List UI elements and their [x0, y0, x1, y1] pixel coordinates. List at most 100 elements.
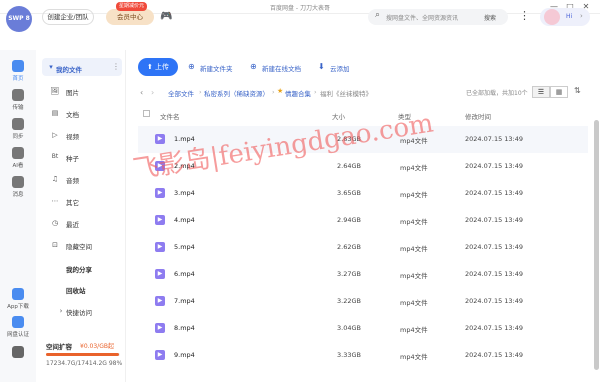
file-date: 2024.07.15 13:49 — [465, 270, 524, 278]
file-date: 2024.07.15 13:49 — [465, 324, 524, 332]
other-icon: ⋯ — [51, 197, 59, 205]
breadcrumb-separator: › — [314, 88, 317, 96]
file-type: mp4文件 — [400, 245, 428, 253]
sidebar — [36, 50, 126, 382]
rail-label: AI看 — [12, 163, 24, 169]
file-name[interactable]: 5.mp4 — [174, 243, 195, 251]
search-icon: ⌕ — [375, 10, 381, 20]
file-size: 2.62GB — [337, 243, 361, 251]
load-status: 已全部加载，共加10个 — [466, 90, 528, 97]
new-folder-button[interactable]: 新建文件夹 — [200, 63, 233, 73]
sidebar-item-audio[interactable]: 音频 — [66, 175, 79, 185]
rail-item-app-download[interactable]: App下载 — [0, 288, 36, 310]
rail-item-ai[interactable]: AI看 — [0, 147, 36, 169]
rail-item-apps[interactable] — [0, 346, 36, 358]
grid-view-icon[interactable]: ▦ — [550, 86, 568, 98]
message-icon — [12, 176, 24, 188]
video-file-icon: ▶ — [155, 323, 165, 333]
cloud-add-icon: ⬇ — [318, 62, 325, 71]
quota-price[interactable]: ¥0.03/GB起 — [80, 341, 114, 350]
column-header-date[interactable]: 修改时间 — [465, 111, 491, 121]
phone-icon — [12, 288, 24, 300]
clock-icon: ◷ — [51, 219, 59, 227]
sync-icon — [12, 118, 24, 130]
vertical-scrollbar[interactable] — [594, 120, 599, 370]
sidebar-item-videos[interactable]: 视频 — [66, 131, 79, 141]
rail-item-home[interactable]: 首页 — [0, 60, 36, 82]
quota-bar-fill — [46, 353, 119, 356]
upload-icon: ⬆ — [146, 63, 153, 71]
document-icon: ▤ — [51, 109, 59, 117]
gamepad-icon[interactable]: 🎮 — [160, 11, 172, 22]
file-name[interactable]: 9.mp4 — [174, 351, 195, 359]
file-name[interactable]: 7.mp4 — [174, 297, 195, 305]
search-button[interactable]: 搜索 — [484, 13, 496, 22]
sidebar-item-recent[interactable]: 最近 — [66, 219, 79, 229]
sidebar-item-recycle-bin[interactable]: 回收站 — [66, 285, 86, 295]
avatar[interactable] — [544, 9, 560, 25]
file-name[interactable]: 4.mp4 — [174, 216, 195, 224]
more-menu-icon[interactable]: ⋮ — [519, 9, 530, 22]
sidebar-label-my-files: 我的文件 — [56, 66, 82, 74]
sidebar-item-quick-access[interactable]: 快捷访问 — [66, 307, 92, 317]
ai-icon — [12, 147, 24, 159]
video-file-icon: ▶ — [155, 296, 165, 306]
sort-icon[interactable]: ⇅ — [574, 86, 581, 95]
file-name[interactable]: 8.mp4 — [174, 324, 195, 332]
sidebar-item-my-share[interactable]: 我的分享 — [66, 264, 92, 274]
torrent-icon: Bt — [51, 153, 59, 160]
app-logo[interactable]: SWP 8 — [6, 6, 32, 32]
create-enterprise-button[interactable]: 创建企业/团队 — [42, 9, 94, 25]
file-date: 2024.07.15 13:49 — [465, 351, 524, 359]
breadcrumb-item[interactable]: 情趣合集 — [285, 88, 311, 98]
rail-label: 消息 — [12, 192, 24, 198]
rail-item-transfer[interactable]: 传输 — [0, 89, 36, 111]
breadcrumb-current: 福利《丝袜模特》 — [320, 90, 372, 98]
file-size: 3.33GB — [337, 351, 361, 359]
back-icon[interactable]: ‹ — [140, 88, 143, 97]
sidebar-item-torrents[interactable]: 种子 — [66, 153, 79, 163]
file-size: 3.65GB — [337, 189, 361, 197]
select-all-checkbox[interactable] — [143, 110, 150, 117]
breadcrumb-item[interactable]: 全部文件 — [168, 88, 194, 98]
column-header-name[interactable]: 文件名 — [160, 111, 180, 121]
video-file-icon: ▶ — [155, 188, 165, 198]
file-date: 2024.07.15 13:49 — [465, 162, 524, 170]
more-icon[interactable]: ⋮ — [112, 62, 120, 71]
quota-title[interactable]: 空间扩容 — [46, 341, 72, 351]
sidebar-item-images[interactable]: 图片 — [66, 87, 79, 97]
file-date: 2024.07.15 13:49 — [465, 216, 524, 224]
file-type: mp4文件 — [400, 272, 428, 280]
chevron-down-icon[interactable]: › — [580, 12, 583, 20]
chevron-down-icon[interactable]: › — [56, 307, 66, 315]
vip-center-button[interactable]: 会员中心 — [106, 9, 154, 25]
rail-label: 传输 — [12, 105, 24, 111]
rail-item-sync[interactable]: 同步 — [0, 118, 36, 140]
list-view-icon[interactable]: ☰ — [532, 86, 550, 98]
rail-label: 网盘认证 — [6, 332, 29, 338]
file-date: 2024.07.15 13:49 — [465, 135, 524, 143]
file-name[interactable]: 3.mp4 — [174, 189, 195, 197]
rail-item-messages[interactable]: 消息 — [0, 176, 36, 198]
new-doc-button[interactable]: 新建在线文档 — [262, 63, 301, 73]
file-size: 2.64GB — [337, 162, 361, 170]
sidebar-item-documents[interactable]: 文档 — [66, 109, 79, 119]
file-type: mp4文件 — [400, 218, 428, 226]
quota-text: 17234.7G/17414.2G 98% — [46, 360, 123, 367]
file-type: mp4文件 — [400, 326, 428, 334]
sidebar-item-hidden-space[interactable]: 隐藏空间 — [66, 241, 92, 251]
sidebar-item-other[interactable]: 其它 — [66, 197, 79, 207]
file-size: 3.04GB — [337, 324, 361, 332]
cloud-add-button[interactable]: 云添加 — [330, 63, 350, 73]
file-type: mp4文件 — [400, 353, 428, 361]
vip-promo-badge: 星期减价元 — [116, 2, 148, 11]
chevron-down-icon[interactable]: ▾ — [46, 63, 56, 71]
upload-button[interactable]: ⬆ 上传 — [138, 58, 178, 76]
breadcrumb-item[interactable]: 私密系列（稀缺资源） — [204, 88, 269, 98]
file-type: mp4文件 — [400, 191, 428, 199]
breadcrumb-separator: › — [199, 88, 202, 96]
rail-item-verify[interactable]: 网盘认证 — [0, 316, 36, 338]
image-icon: 🖼 — [50, 87, 60, 95]
file-name[interactable]: 6.mp4 — [174, 270, 195, 278]
forward-icon[interactable]: › — [151, 88, 154, 97]
